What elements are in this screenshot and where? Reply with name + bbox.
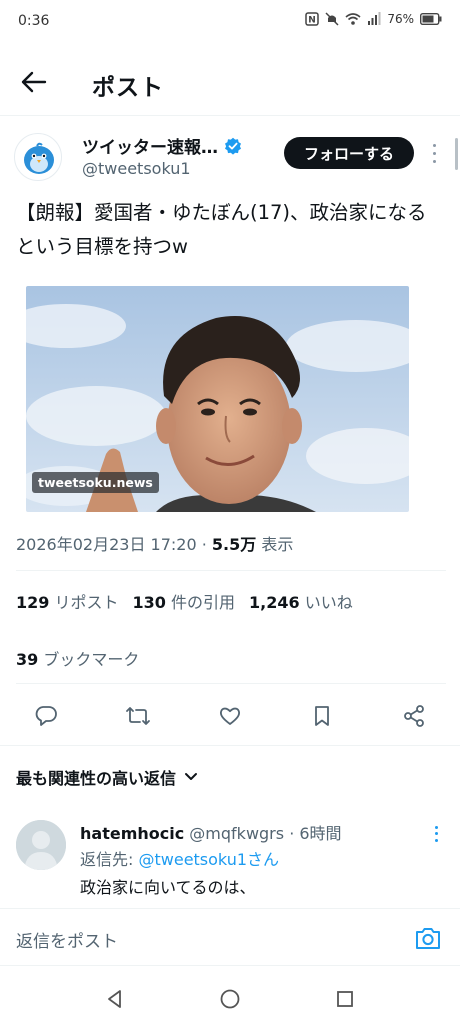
- reply-to-line: 返信先: @tweetsoku1さん: [80, 846, 279, 870]
- quotes-stat[interactable]: 130 件の引用: [133, 589, 236, 613]
- status-bar: 0:36 N 76%: [0, 0, 460, 46]
- svg-text:N: N: [309, 16, 317, 26]
- tweet-text: 【朗報】愛国者・ゆたぼん(17)、政治家になるという目標を持つw: [16, 201, 427, 258]
- reply-author-handle[interactable]: @mqfkwgrs: [189, 824, 284, 843]
- reply-avatar[interactable]: [16, 820, 66, 870]
- page-title: ポスト: [92, 75, 164, 101]
- app-bar: ポスト: [0, 46, 460, 116]
- views-label: 表示: [256, 535, 294, 554]
- reply-input[interactable]: 返信をポスト: [16, 927, 118, 952]
- camera-icon[interactable]: [414, 925, 442, 951]
- share-icon: [404, 705, 424, 727]
- signal-icon: [368, 12, 381, 25]
- retweets-label: リポスト: [54, 593, 119, 612]
- views-count: 5.5万: [211, 535, 257, 554]
- more-dot: [434, 825, 438, 829]
- back-arrow-icon: [21, 71, 47, 93]
- reply-author-name[interactable]: hatemhocic: [80, 824, 184, 843]
- more-dot: [432, 159, 436, 163]
- default-avatar-icon: [16, 820, 66, 870]
- nav-back-icon[interactable]: [104, 988, 126, 1010]
- reply-to-prefix: 返信先:: [80, 850, 139, 869]
- reply-icon: [35, 706, 57, 726]
- retweets-stat[interactable]: 129 リポスト: [16, 589, 119, 613]
- quotes-count: 130: [132, 593, 166, 612]
- likes-count: 1,246: [249, 593, 300, 612]
- share-button[interactable]: [398, 700, 430, 732]
- bookmark-button[interactable]: [306, 700, 338, 732]
- reply-separator: ·: [289, 824, 295, 843]
- reply-button[interactable]: [30, 700, 62, 732]
- replies-sort-label: 最も関連性の高い返信: [16, 769, 177, 788]
- likes-label: いいね: [304, 593, 353, 612]
- meta-separator: ·: [196, 535, 212, 554]
- back-button[interactable]: [14, 62, 54, 102]
- bookmarks-label: ブックマーク: [43, 650, 140, 669]
- more-options-button[interactable]: [426, 141, 442, 165]
- divider: [16, 570, 446, 571]
- scrollbar[interactable]: [455, 138, 458, 170]
- chevron-down-icon: [185, 773, 198, 780]
- battery-icon: [420, 13, 442, 25]
- more-dot: [432, 151, 436, 155]
- more-dot: [434, 832, 438, 836]
- author-avatar[interactable]: [14, 133, 62, 181]
- follow-button[interactable]: フォローする: [284, 137, 414, 169]
- author-name-text: ツイッター速報…: [82, 138, 218, 158]
- divider: [16, 683, 446, 684]
- status-icons: N 76%: [305, 12, 442, 26]
- like-icon: [220, 707, 240, 725]
- status-time: 0:36: [18, 13, 50, 29]
- reply-to-handle[interactable]: @tweetsoku1さん: [138, 850, 279, 869]
- author-handle[interactable]: @tweetsoku1: [82, 159, 191, 178]
- like-button[interactable]: [214, 700, 246, 732]
- wifi-icon: [345, 13, 361, 25]
- bookmarks-stat[interactable]: 39 ブックマーク: [16, 646, 139, 670]
- nav-home-icon[interactable]: [219, 988, 241, 1010]
- bird-logo-icon: [24, 142, 54, 174]
- reply-time: 6時間: [299, 824, 342, 843]
- quotes-label: 件の引用: [171, 593, 236, 612]
- retweet-icon: [126, 707, 150, 725]
- tweet-author: ツイッター速報… @tweetsoku1 フォローする: [0, 117, 460, 187]
- likes-stat[interactable]: 1,246 いいね: [249, 589, 353, 613]
- battery-percent: 76%: [387, 12, 414, 26]
- retweets-count: 129: [16, 593, 50, 612]
- divider: [0, 745, 460, 746]
- more-dot: [432, 143, 436, 147]
- author-name[interactable]: ツイッター速報…: [82, 133, 242, 158]
- reply-more-button[interactable]: [428, 824, 444, 844]
- engagement-stats: 129 リポスト 130 件の引用 1,246 いいね: [16, 589, 353, 613]
- reply-text: 政治家に向いてるのは、: [80, 878, 256, 897]
- bookmarks-count: 39: [16, 650, 39, 669]
- reply-composer: 返信をポスト: [0, 908, 460, 966]
- tweet-meta: 2026年02月23日 17:20 · 5.5万 表示: [16, 531, 293, 555]
- retweet-button[interactable]: [122, 700, 154, 732]
- replies-sort-dropdown[interactable]: 最も関連性の高い返信: [16, 765, 198, 789]
- system-nav-bar: [0, 972, 460, 1024]
- nav-recents-icon[interactable]: [334, 988, 356, 1010]
- reply-item[interactable]: hatemhocic @mqfkwgrs · 6時間 返信先: @tweetso…: [0, 806, 460, 906]
- tweet-timestamp[interactable]: 2026年02月23日 17:20: [16, 535, 197, 554]
- tweet-image[interactable]: tweetsoku.news: [26, 286, 409, 512]
- action-bar: [0, 696, 460, 736]
- reply-header: hatemhocic @mqfkwgrs · 6時間: [80, 820, 342, 844]
- nfc-icon: N: [305, 12, 320, 26]
- image-watermark: tweetsoku.news: [32, 472, 159, 493]
- more-dot: [434, 839, 438, 843]
- bookmark-icon: [315, 706, 329, 726]
- verified-badge-icon: [225, 137, 241, 155]
- mute-icon: [325, 12, 339, 26]
